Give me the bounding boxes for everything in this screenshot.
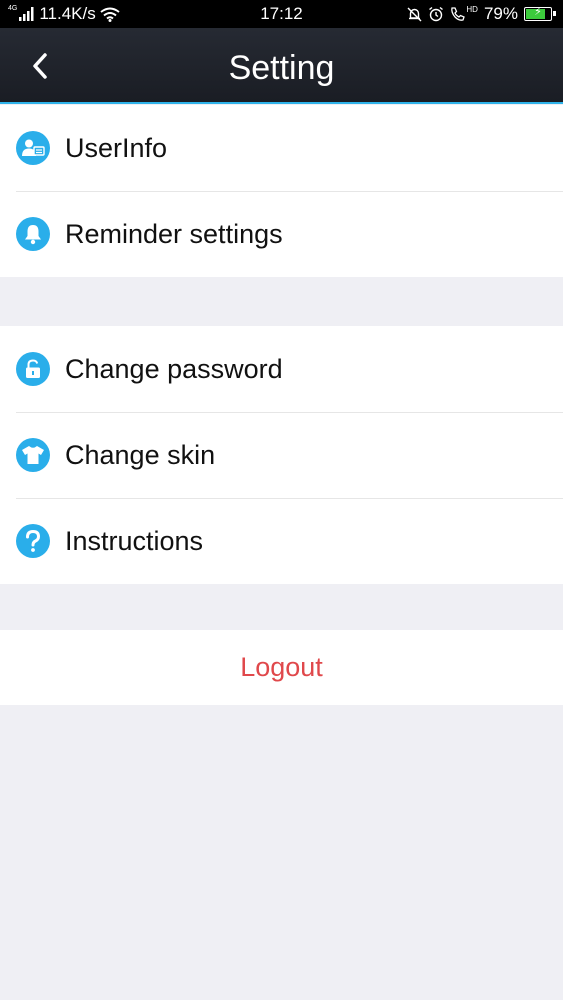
row-label: Change password [65, 353, 283, 384]
bell-icon [16, 217, 50, 251]
hd-label: HD [466, 4, 478, 14]
battery-tip [553, 11, 556, 16]
settings-group-general: Change password Change skin Instructions [0, 326, 563, 584]
row-change-password[interactable]: Change password [0, 326, 563, 412]
battery-percent: 79% [483, 4, 518, 23]
question-icon [16, 524, 50, 558]
logout-group: Logout [0, 630, 563, 705]
status-right: HD 79% ⚡ [407, 0, 556, 28]
row-label: Reminder settings [65, 218, 283, 249]
logout-label: Logout [240, 652, 323, 682]
alarm-icon [429, 6, 444, 22]
status-bar: 4G 11.4K/s 17:12 HD 79% ⚡ [0, 0, 563, 28]
page-title: Setting [228, 49, 335, 87]
settings-group-account: UserInfo Reminder settings [0, 105, 563, 277]
row-change-skin[interactable]: Change skin [0, 412, 563, 498]
row-label: Change skin [65, 439, 216, 470]
battery-icon: ⚡ [524, 6, 556, 21]
row-label: Instructions [65, 525, 204, 556]
tshirt-icon [16, 438, 50, 472]
logout-button[interactable]: Logout [0, 630, 563, 705]
bell-muted-icon [407, 7, 422, 21]
row-reminder-settings[interactable]: Reminder settings [0, 191, 563, 277]
user-card-icon [16, 131, 50, 165]
header: Setting [0, 28, 563, 104]
row-instructions[interactable]: Instructions [0, 498, 563, 584]
row-label: UserInfo [65, 132, 168, 163]
lock-icon [16, 352, 50, 386]
charging-icon: ⚡ [534, 6, 542, 18]
row-userinfo[interactable]: UserInfo [0, 105, 563, 191]
